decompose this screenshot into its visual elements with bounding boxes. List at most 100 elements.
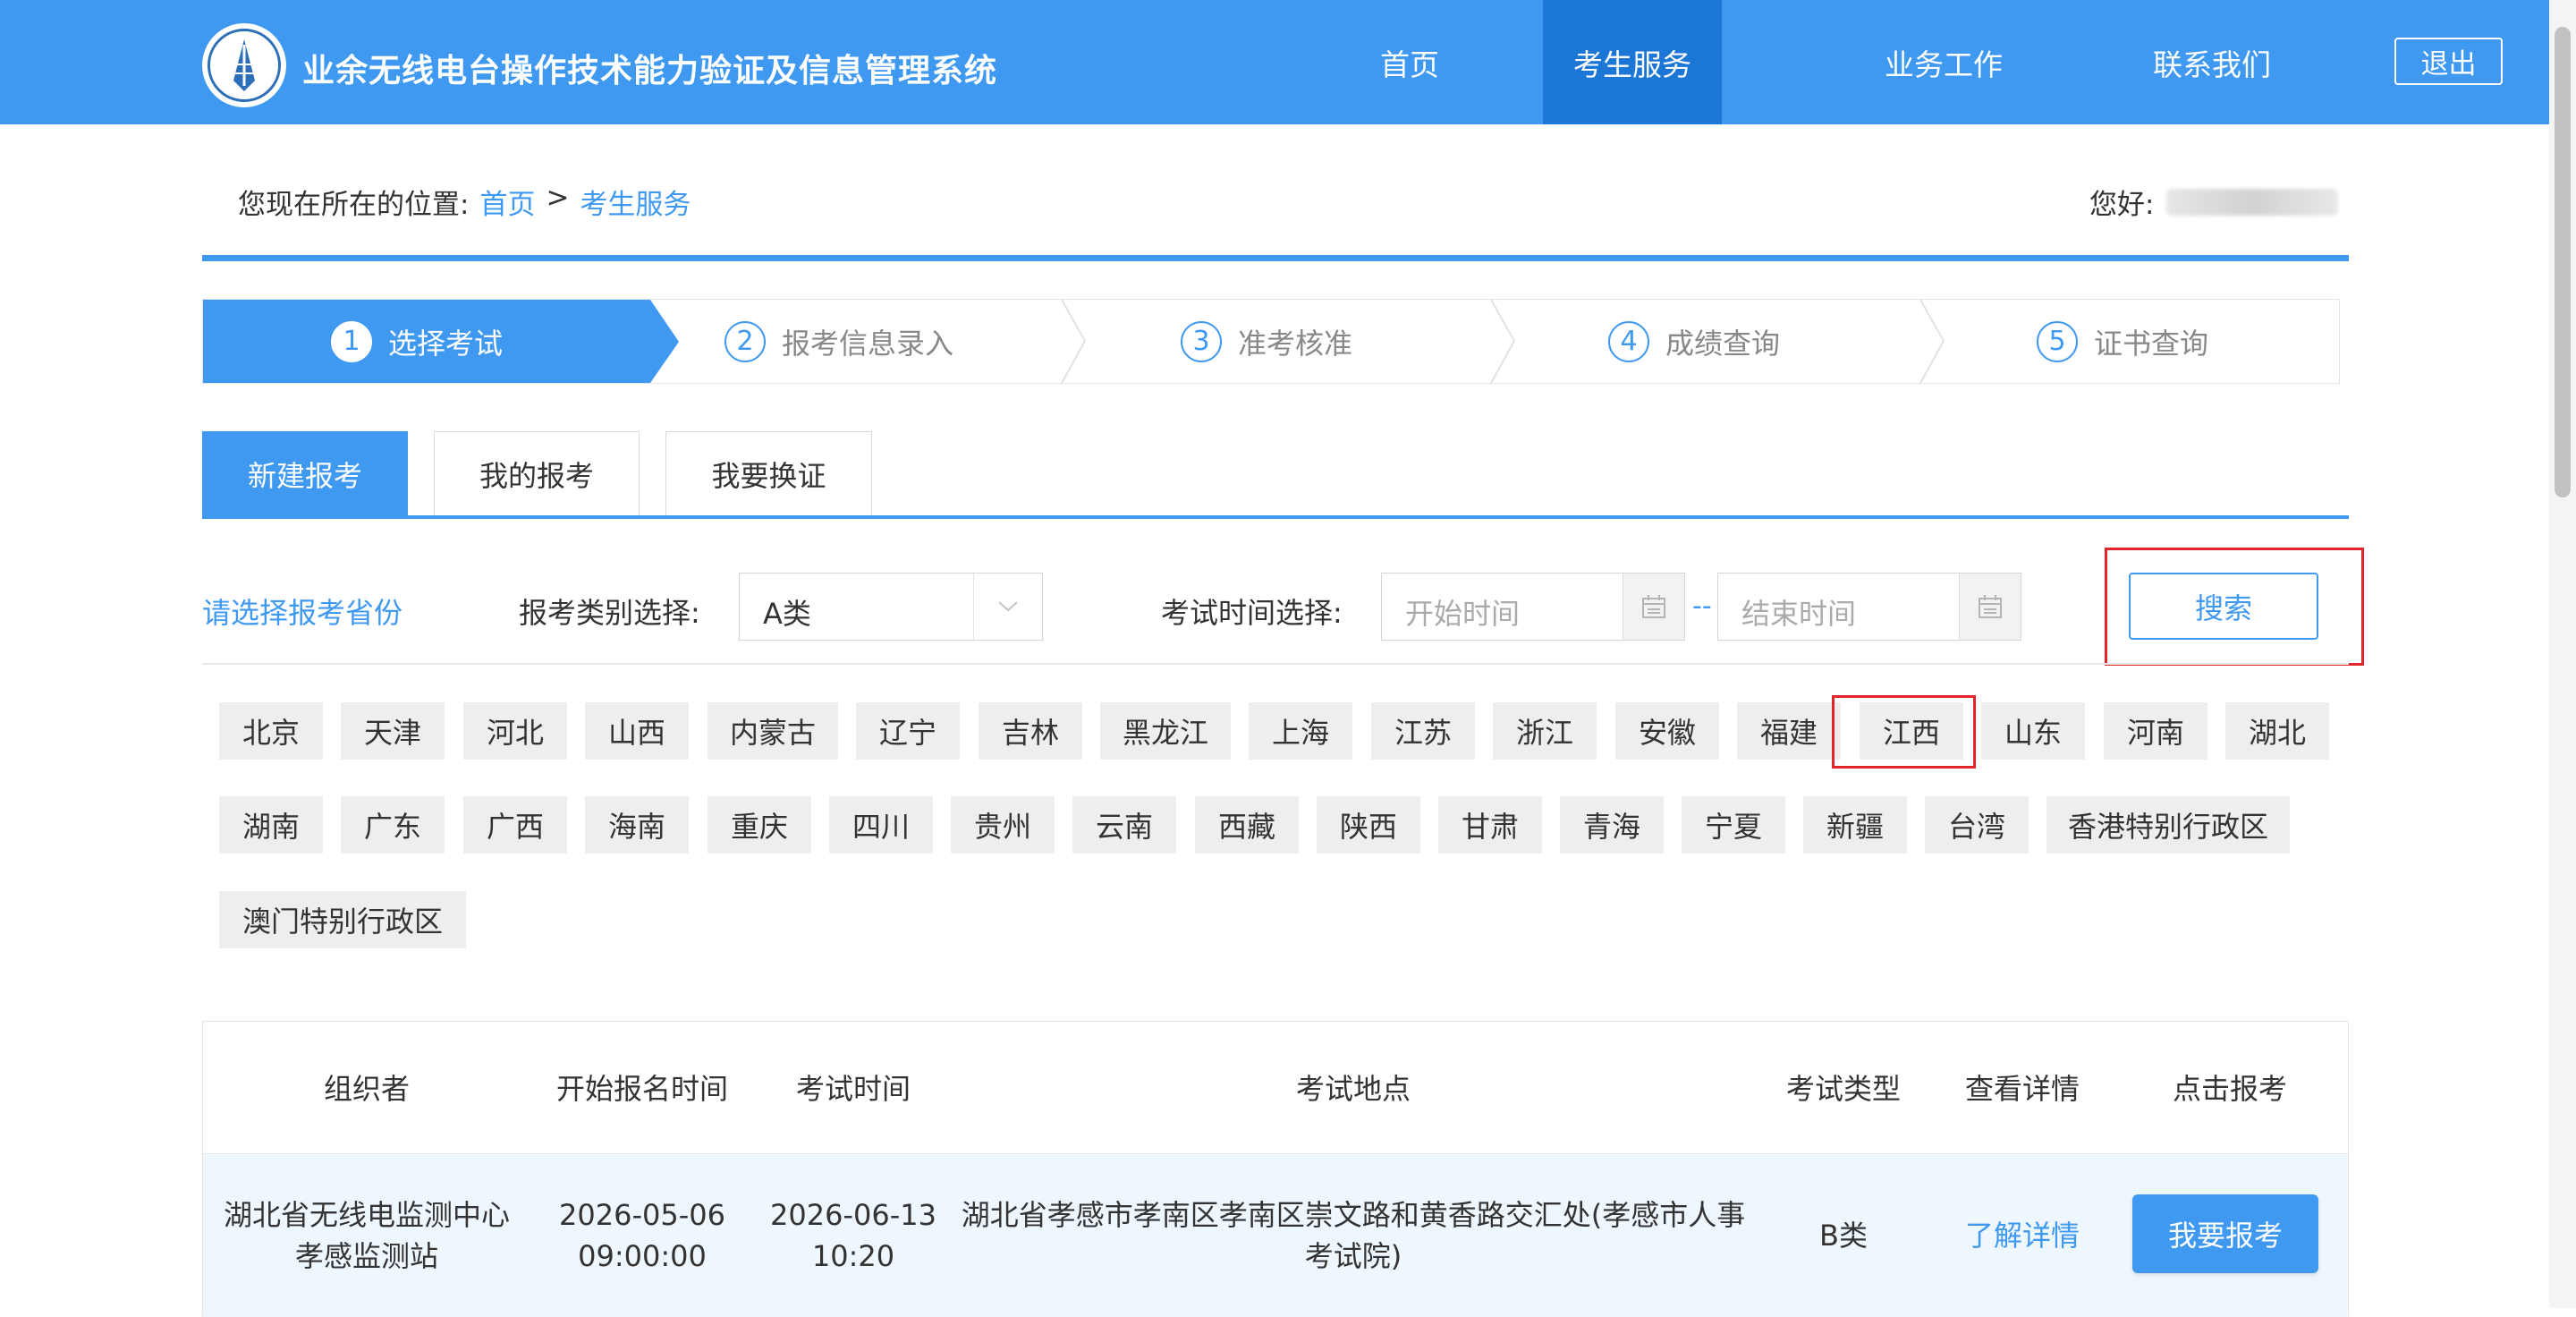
step-number: 4 — [1608, 320, 1649, 362]
province-chip[interactable]: 甘肃 — [1438, 796, 1542, 854]
province-chip[interactable]: 吉林 — [979, 702, 1082, 760]
province-chip[interactable]: 湖北 — [2225, 702, 2329, 760]
active-step-arrow — [650, 300, 679, 383]
nav-business-work[interactable]: 业务工作 — [1869, 0, 2018, 124]
breadcrumb-candidate-services-link[interactable]: 考生服务 — [580, 182, 691, 222]
date-range-separator: -- — [1692, 591, 1712, 622]
location-text: 湖北省孝感市孝南区孝南区崇文路和黄香路交汇处(孝感市人事考试院) — [961, 1198, 1746, 1273]
user-greeting: 您好: — [2089, 182, 2339, 222]
province-chip-selected[interactable]: 江西 — [1860, 702, 1963, 760]
province-chip[interactable]: 广东 — [341, 796, 445, 854]
province-chip[interactable]: 江苏 — [1371, 702, 1475, 760]
province-chip[interactable]: 内蒙古 — [708, 702, 838, 760]
column-header-exam-location: 考试地点 — [1295, 1072, 1411, 1106]
end-date-input[interactable]: 结束时间 — [1717, 573, 2021, 641]
step-select-exam[interactable]: 1 选择考试 — [331, 300, 503, 383]
province-chip[interactable]: 四川 — [829, 796, 933, 854]
province-chip[interactable]: 河南 — [2104, 702, 2207, 760]
step-label: 成绩查询 — [1665, 326, 1781, 361]
category-select[interactable]: A类 — [739, 573, 1043, 641]
province-chip[interactable]: 辽宁 — [856, 702, 960, 760]
chevron-down-icon[interactable] — [973, 574, 1042, 640]
step-label: 证书查询 — [2094, 326, 2209, 361]
province-chip[interactable]: 湖南 — [219, 796, 323, 854]
scrollbar-thumb[interactable] — [2555, 27, 2571, 497]
progress-steps: 1 选择考试 2 报考信息录入 3 准考核准 4 成绩查询 5 证书查询 — [202, 299, 2340, 384]
breadcrumb-separator: > — [546, 182, 570, 214]
apply-button[interactable]: 我要报考 — [2132, 1194, 2318, 1273]
province-chip[interactable]: 浙江 — [1493, 702, 1597, 760]
column-header-exam-type: 考试类型 — [1785, 1072, 1901, 1106]
province-chip[interactable]: 新疆 — [1803, 796, 1907, 854]
province-chip[interactable]: 陕西 — [1317, 796, 1420, 854]
column-header-view-details: 查看详情 — [1964, 1072, 2080, 1106]
step-admission-approval[interactable]: 3 准考核准 — [1181, 300, 1352, 383]
column-header-exam-time: 考试时间 — [795, 1072, 911, 1106]
province-chip[interactable]: 贵州 — [951, 796, 1055, 854]
nav-home[interactable]: 首页 — [1335, 0, 1484, 124]
step-number: 1 — [331, 320, 372, 362]
province-chip[interactable]: 澳门特别行政区 — [219, 891, 466, 948]
top-header: 业余无线电台操作技术能力验证及信息管理系统 首页 考生服务 业务工作 联系我们 … — [0, 0, 2549, 124]
site-title: 业余无线电台操作技术能力验证及信息管理系统 — [302, 53, 998, 89]
start-date-placeholder: 开始时间 — [1405, 597, 1521, 631]
province-chip[interactable]: 北京 — [219, 702, 323, 760]
province-chip[interactable]: 重庆 — [708, 796, 811, 854]
province-chip[interactable]: 福建 — [1737, 702, 1841, 760]
breadcrumb: 您现在所在的位置: 首页 > 考生服务 — [238, 182, 691, 222]
column-header-organizer: 组织者 — [323, 1072, 410, 1106]
step-number: 5 — [2037, 320, 2078, 362]
province-chip[interactable]: 黑龙江 — [1100, 702, 1231, 760]
cell-organizer: 湖北省无线电监测中心孝感监测站 — [203, 1154, 530, 1317]
exam-time-label: 考试时间选择: — [1161, 596, 1343, 630]
organizer-text: 湖北省无线电监测中心孝感监测站 — [223, 1198, 510, 1273]
exam-clock: 10:20 — [811, 1239, 895, 1273]
province-chip[interactable]: 海南 — [585, 796, 689, 854]
category-label: 报考类别选择: — [519, 596, 700, 630]
province-chip[interactable]: 安徽 — [1615, 702, 1719, 760]
tab-my-registrations[interactable]: 我的报考 — [434, 431, 640, 516]
province-chip[interactable]: 台湾 — [1925, 796, 2029, 854]
view-details-link[interactable]: 了解详情 — [1933, 1154, 2112, 1317]
province-chip[interactable]: 上海 — [1249, 702, 1352, 760]
step-separator-icon — [1061, 300, 1087, 383]
province-chip[interactable]: 山东 — [1981, 702, 2085, 760]
step-label: 选择考试 — [388, 326, 504, 361]
province-chip[interactable]: 天津 — [341, 702, 445, 760]
nav-contact-us[interactable]: 联系我们 — [2138, 0, 2286, 124]
province-chip[interactable]: 云南 — [1072, 796, 1176, 854]
start-date-input[interactable]: 开始时间 — [1381, 573, 1685, 641]
step-score-query[interactable]: 4 成绩查询 — [1608, 300, 1780, 383]
column-header-signup-time: 开始报名时间 — [555, 1072, 728, 1106]
section-divider — [202, 255, 2349, 261]
province-chip[interactable]: 青海 — [1560, 796, 1664, 854]
step-label: 报考信息录入 — [782, 326, 954, 361]
page-scrollbar[interactable] — [2549, 0, 2576, 1308]
logout-button[interactable]: 退出 — [2394, 38, 2503, 85]
province-chip[interactable]: 广西 — [463, 796, 567, 854]
cell-exam-time: 2026-06-13 10:20 — [754, 1154, 953, 1317]
tab-certificate-renewal[interactable]: 我要换证 — [665, 431, 872, 516]
tab-new-registration[interactable]: 新建报考 — [202, 431, 408, 516]
nav-candidate-services[interactable]: 考生服务 — [1543, 0, 1722, 124]
search-button[interactable]: 搜索 — [2129, 573, 2318, 640]
breadcrumb-home-link[interactable]: 首页 — [479, 182, 535, 222]
province-chip[interactable]: 山西 — [585, 702, 689, 760]
table-header: 组织者 开始报名时间 考试时间 考试地点 考试类型 查看详情 点击报考 — [203, 1022, 2348, 1154]
step-info-entry[interactable]: 2 报考信息录入 — [724, 300, 953, 383]
province-prompt: 请选择报考省份 — [202, 596, 403, 630]
province-chip[interactable]: 西藏 — [1195, 796, 1299, 854]
calendar-icon[interactable] — [1959, 574, 2021, 640]
step-label: 准考核准 — [1238, 326, 1353, 361]
redacted-username — [2166, 188, 2339, 216]
step-certificate-query[interactable]: 5 证书查询 — [2037, 300, 2208, 383]
calendar-icon[interactable] — [1623, 574, 1684, 640]
province-chip[interactable]: 河北 — [463, 702, 567, 760]
cell-exam-type: B类 — [1819, 1219, 1868, 1253]
end-date-placeholder: 结束时间 — [1741, 597, 1857, 631]
table-row: 湖北省无线电监测中心孝感监测站 2026-05-06 09:00:00 2026… — [203, 1154, 2348, 1317]
province-chip[interactable]: 香港特别行政区 — [2046, 796, 2290, 854]
province-chip[interactable]: 宁夏 — [1682, 796, 1785, 854]
step-separator-icon — [1919, 300, 1945, 383]
step-number: 3 — [1181, 320, 1222, 362]
